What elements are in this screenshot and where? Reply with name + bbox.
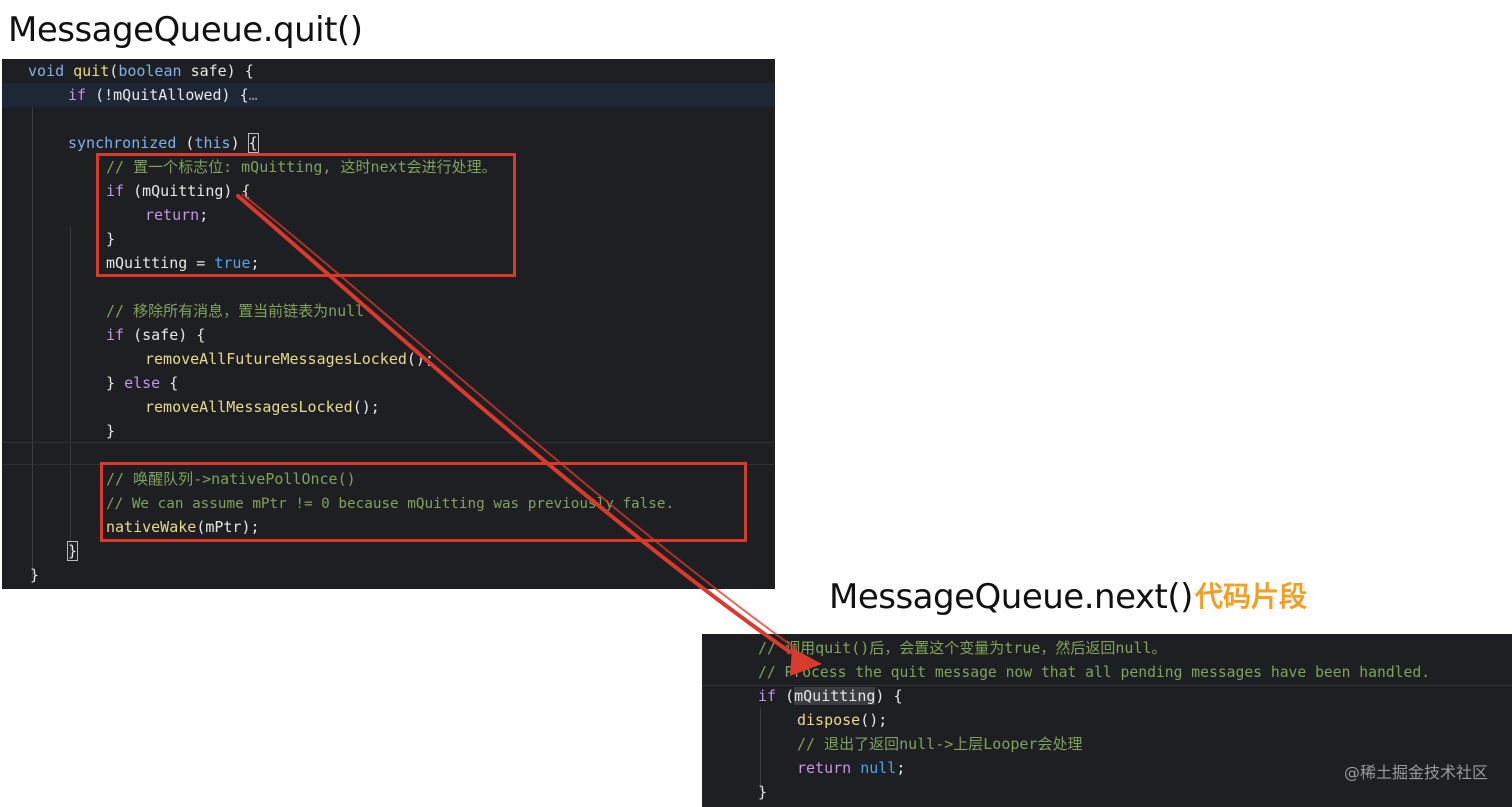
code-line: } else { bbox=[106, 374, 179, 392]
code-line: if (!mQuitAllowed) {… bbox=[2, 83, 775, 107]
code-line: // 移除所有消息，置当前链表为null bbox=[106, 302, 365, 320]
code-line: if (mQuitting) { bbox=[758, 687, 903, 705]
quitting-flag-annotation-box bbox=[96, 153, 516, 277]
code-snippet-tag: 代码片段 bbox=[1195, 580, 1308, 613]
native-wake-annotation-box bbox=[100, 462, 747, 542]
code-line: } bbox=[66, 541, 79, 561]
quit-section-title: MessageQueue.quit() bbox=[8, 10, 363, 50]
quit-code-panel: void quit(boolean safe) { if (!mQuitAllo… bbox=[2, 59, 775, 589]
code-line: } bbox=[758, 783, 768, 801]
code-line: synchronized (this) { bbox=[68, 133, 259, 153]
code-line: // 调用quit()后，会置这个变量为true，然后返回null。 bbox=[758, 639, 1167, 657]
code-line: dispose(); bbox=[797, 711, 888, 729]
code-line: // 退出了返回null->上层Looper会处理 bbox=[797, 735, 1083, 753]
code-line: } bbox=[106, 422, 116, 440]
watermark: @稀土掘金技术社区 bbox=[1343, 763, 1488, 782]
code-line: // Process the quit message now that all… bbox=[758, 664, 1431, 681]
next-code-panel: // 调用quit()后，会置这个变量为true，然后返回null。 // Pr… bbox=[702, 634, 1512, 807]
code-line: removeAllMessagesLocked(); bbox=[145, 398, 380, 416]
code-line: } bbox=[30, 566, 40, 584]
next-section-title: MessageQueue.next() bbox=[829, 577, 1193, 617]
code-line: void quit(boolean safe) { bbox=[28, 62, 254, 80]
code-line: removeAllFutureMessagesLocked(); bbox=[145, 350, 434, 368]
code-line: if (safe) { bbox=[106, 326, 206, 344]
